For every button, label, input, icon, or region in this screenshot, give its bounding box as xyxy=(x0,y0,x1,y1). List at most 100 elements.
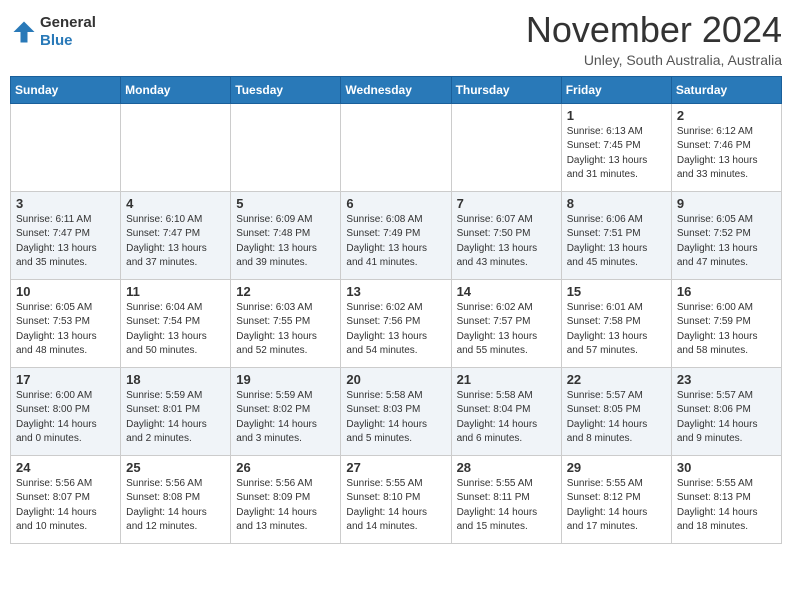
day-info: Sunrise: 6:10 AMSunset: 7:47 PMDaylight:… xyxy=(126,213,225,271)
day-number: 17 xyxy=(16,372,115,387)
calendar-cell: 23 Sunrise: 5:57 AMSunset: 8:06 PMDayligh… xyxy=(671,367,781,455)
day-info: Sunrise: 6:00 AMSunset: 8:00 PMDaylight:… xyxy=(16,389,115,447)
day-number: 29 xyxy=(567,460,666,475)
logo: General Blue xyxy=(10,14,96,50)
day-number: 6 xyxy=(346,196,445,211)
day-number: 27 xyxy=(346,460,445,475)
day-number: 19 xyxy=(236,372,335,387)
calendar-cell xyxy=(451,103,561,191)
calendar-cell: 25 Sunrise: 5:56 AMSunset: 8:08 PMDayligh… xyxy=(121,455,231,543)
calendar-cell xyxy=(121,103,231,191)
day-number: 14 xyxy=(457,284,556,299)
calendar-cell: 20 Sunrise: 5:58 AMSunset: 8:03 PMDayligh… xyxy=(341,367,451,455)
day-info: Sunrise: 5:59 AMSunset: 8:02 PMDaylight:… xyxy=(236,389,335,447)
calendar-cell: 28Sunrise: 5:55 AMSunset: 8:11 PMDayligh… xyxy=(451,455,561,543)
day-number: 15 xyxy=(567,284,666,299)
day-info: Sunrise: 6:12 AMSunset: 7:46 PMDaylight:… xyxy=(677,125,776,183)
day-info: Sunrise: 5:56 AMSunset: 8:09 PMDaylight:… xyxy=(236,477,335,535)
day-number: 13 xyxy=(346,284,445,299)
calendar-cell: 12Sunrise: 6:03 AMSunset: 7:55 PMDayligh… xyxy=(231,279,341,367)
page-header: General Blue November 2024 Unley, South … xyxy=(10,10,782,68)
day-info: Sunrise: 5:57 AMSunset: 8:06 PMDaylight:… xyxy=(677,389,776,447)
day-info: Sunrise: 6:05 AMSunset: 7:52 PMDaylight:… xyxy=(677,213,776,271)
calendar-cell: 4 Sunrise: 6:10 AMSunset: 7:47 PMDaylight… xyxy=(121,191,231,279)
calendar-cell: 14 Sunrise: 6:02 AMSunset: 7:57 PMDayligh… xyxy=(451,279,561,367)
calendar-cell: 18 Sunrise: 5:59 AMSunset: 8:01 PMDayligh… xyxy=(121,367,231,455)
day-info: Sunrise: 6:09 AMSunset: 7:48 PMDaylight:… xyxy=(236,213,335,271)
day-info: Sunrise: 6:06 AMSunset: 7:51 PMDaylight:… xyxy=(567,213,666,271)
calendar-cell: 16 Sunrise: 6:00 AMSunset: 7:59 PMDayligh… xyxy=(671,279,781,367)
day-number: 21 xyxy=(457,372,556,387)
day-number: 23 xyxy=(677,372,776,387)
day-number: 8 xyxy=(567,196,666,211)
calendar-week-5: 24 Sunrise: 5:56 AMSunset: 8:07 PMDayligh… xyxy=(11,455,782,543)
calendar-cell: 11Sunrise: 6:04 AMSunset: 7:54 PMDayligh… xyxy=(121,279,231,367)
day-number: 10 xyxy=(16,284,115,299)
day-number: 5 xyxy=(236,196,335,211)
calendar-cell: 9 Sunrise: 6:05 AMSunset: 7:52 PMDaylight… xyxy=(671,191,781,279)
calendar-cell: 24 Sunrise: 5:56 AMSunset: 8:07 PMDayligh… xyxy=(11,455,121,543)
logo-icon xyxy=(10,18,38,46)
day-info: Sunrise: 5:57 AMSunset: 8:05 PMDaylight:… xyxy=(567,389,666,447)
calendar-cell xyxy=(231,103,341,191)
calendar-cell: 30 Sunrise: 5:55 AMSunset: 8:13 PMDayligh… xyxy=(671,455,781,543)
weekday-header-thursday: Thursday xyxy=(451,76,561,103)
day-info: Sunrise: 5:56 AMSunset: 8:07 PMDaylight:… xyxy=(16,477,115,535)
day-info: Sunrise: 6:05 AMSunset: 7:53 PMDaylight:… xyxy=(16,301,115,359)
day-info: Sunrise: 6:07 AMSunset: 7:50 PMDaylight:… xyxy=(457,213,556,271)
title-block: November 2024 Unley, South Australia, Au… xyxy=(526,10,782,68)
day-info: Sunrise: 5:58 AMSunset: 8:03 PMDaylight:… xyxy=(346,389,445,447)
day-number: 7 xyxy=(457,196,556,211)
calendar-cell: 19 Sunrise: 5:59 AMSunset: 8:02 PMDayligh… xyxy=(231,367,341,455)
day-number: 22 xyxy=(567,372,666,387)
day-number: 20 xyxy=(346,372,445,387)
calendar-cell: 21 Sunrise: 5:58 AMSunset: 8:04 PMDayligh… xyxy=(451,367,561,455)
calendar-cell: 2 Sunrise: 6:12 AMSunset: 7:46 PMDaylight… xyxy=(671,103,781,191)
day-number: 26 xyxy=(236,460,335,475)
calendar-week-1: 1Sunrise: 6:13 AMSunset: 7:45 PMDaylight… xyxy=(11,103,782,191)
day-info: Sunrise: 6:01 AMSunset: 7:58 PMDaylight:… xyxy=(567,301,666,359)
calendar-cell: 15 Sunrise: 6:01 AMSunset: 7:58 PMDayligh… xyxy=(561,279,671,367)
day-number: 11 xyxy=(126,284,225,299)
day-number: 30 xyxy=(677,460,776,475)
calendar-cell xyxy=(11,103,121,191)
day-info: Sunrise: 6:11 AMSunset: 7:47 PMDaylight:… xyxy=(16,213,115,271)
day-info: Sunrise: 5:56 AMSunset: 8:08 PMDaylight:… xyxy=(126,477,225,535)
day-number: 18 xyxy=(126,372,225,387)
day-info: Sunrise: 5:55 AMSunset: 8:11 PMDaylight:… xyxy=(457,477,556,535)
weekday-header-sunday: Sunday xyxy=(11,76,121,103)
calendar-cell: 27Sunrise: 5:55 AMSunset: 8:10 PMDayligh… xyxy=(341,455,451,543)
month-title: November 2024 xyxy=(526,10,782,50)
calendar-cell: 5 Sunrise: 6:09 AMSunset: 7:48 PMDaylight… xyxy=(231,191,341,279)
day-number: 4 xyxy=(126,196,225,211)
day-info: Sunrise: 5:55 AMSunset: 8:13 PMDaylight:… xyxy=(677,477,776,535)
calendar-cell: 10 Sunrise: 6:05 AMSunset: 7:53 PMDayligh… xyxy=(11,279,121,367)
weekday-header-friday: Friday xyxy=(561,76,671,103)
calendar-cell: 1Sunrise: 6:13 AMSunset: 7:45 PMDaylight… xyxy=(561,103,671,191)
day-info: Sunrise: 6:02 AMSunset: 7:56 PMDaylight:… xyxy=(346,301,445,359)
calendar-cell: 17 Sunrise: 6:00 AMSunset: 8:00 PMDayligh… xyxy=(11,367,121,455)
day-info: Sunrise: 5:58 AMSunset: 8:04 PMDaylight:… xyxy=(457,389,556,447)
day-number: 2 xyxy=(677,108,776,123)
weekday-header-row: SundayMondayTuesdayWednesdayThursdayFrid… xyxy=(11,76,782,103)
calendar-cell: 7 Sunrise: 6:07 AMSunset: 7:50 PMDaylight… xyxy=(451,191,561,279)
day-info: Sunrise: 6:00 AMSunset: 7:59 PMDaylight:… xyxy=(677,301,776,359)
calendar-cell: 6 Sunrise: 6:08 AMSunset: 7:49 PMDaylight… xyxy=(341,191,451,279)
day-number: 3 xyxy=(16,196,115,211)
day-info: Sunrise: 6:08 AMSunset: 7:49 PMDaylight:… xyxy=(346,213,445,271)
calendar-week-2: 3 Sunrise: 6:11 AMSunset: 7:47 PMDaylight… xyxy=(11,191,782,279)
day-info: Sunrise: 5:59 AMSunset: 8:01 PMDaylight:… xyxy=(126,389,225,447)
weekday-header-tuesday: Tuesday xyxy=(231,76,341,103)
calendar-table: SundayMondayTuesdayWednesdayThursdayFrid… xyxy=(10,76,782,544)
day-number: 16 xyxy=(677,284,776,299)
day-number: 25 xyxy=(126,460,225,475)
weekday-header-wednesday: Wednesday xyxy=(341,76,451,103)
day-number: 9 xyxy=(677,196,776,211)
day-info: Sunrise: 6:02 AMSunset: 7:57 PMDaylight:… xyxy=(457,301,556,359)
day-info: Sunrise: 6:03 AMSunset: 7:55 PMDaylight:… xyxy=(236,301,335,359)
calendar-cell: 22 Sunrise: 5:57 AMSunset: 8:05 PMDayligh… xyxy=(561,367,671,455)
day-number: 1 xyxy=(567,108,666,123)
day-info: Sunrise: 5:55 AMSunset: 8:12 PMDaylight:… xyxy=(567,477,666,535)
calendar-cell xyxy=(341,103,451,191)
day-number: 24 xyxy=(16,460,115,475)
